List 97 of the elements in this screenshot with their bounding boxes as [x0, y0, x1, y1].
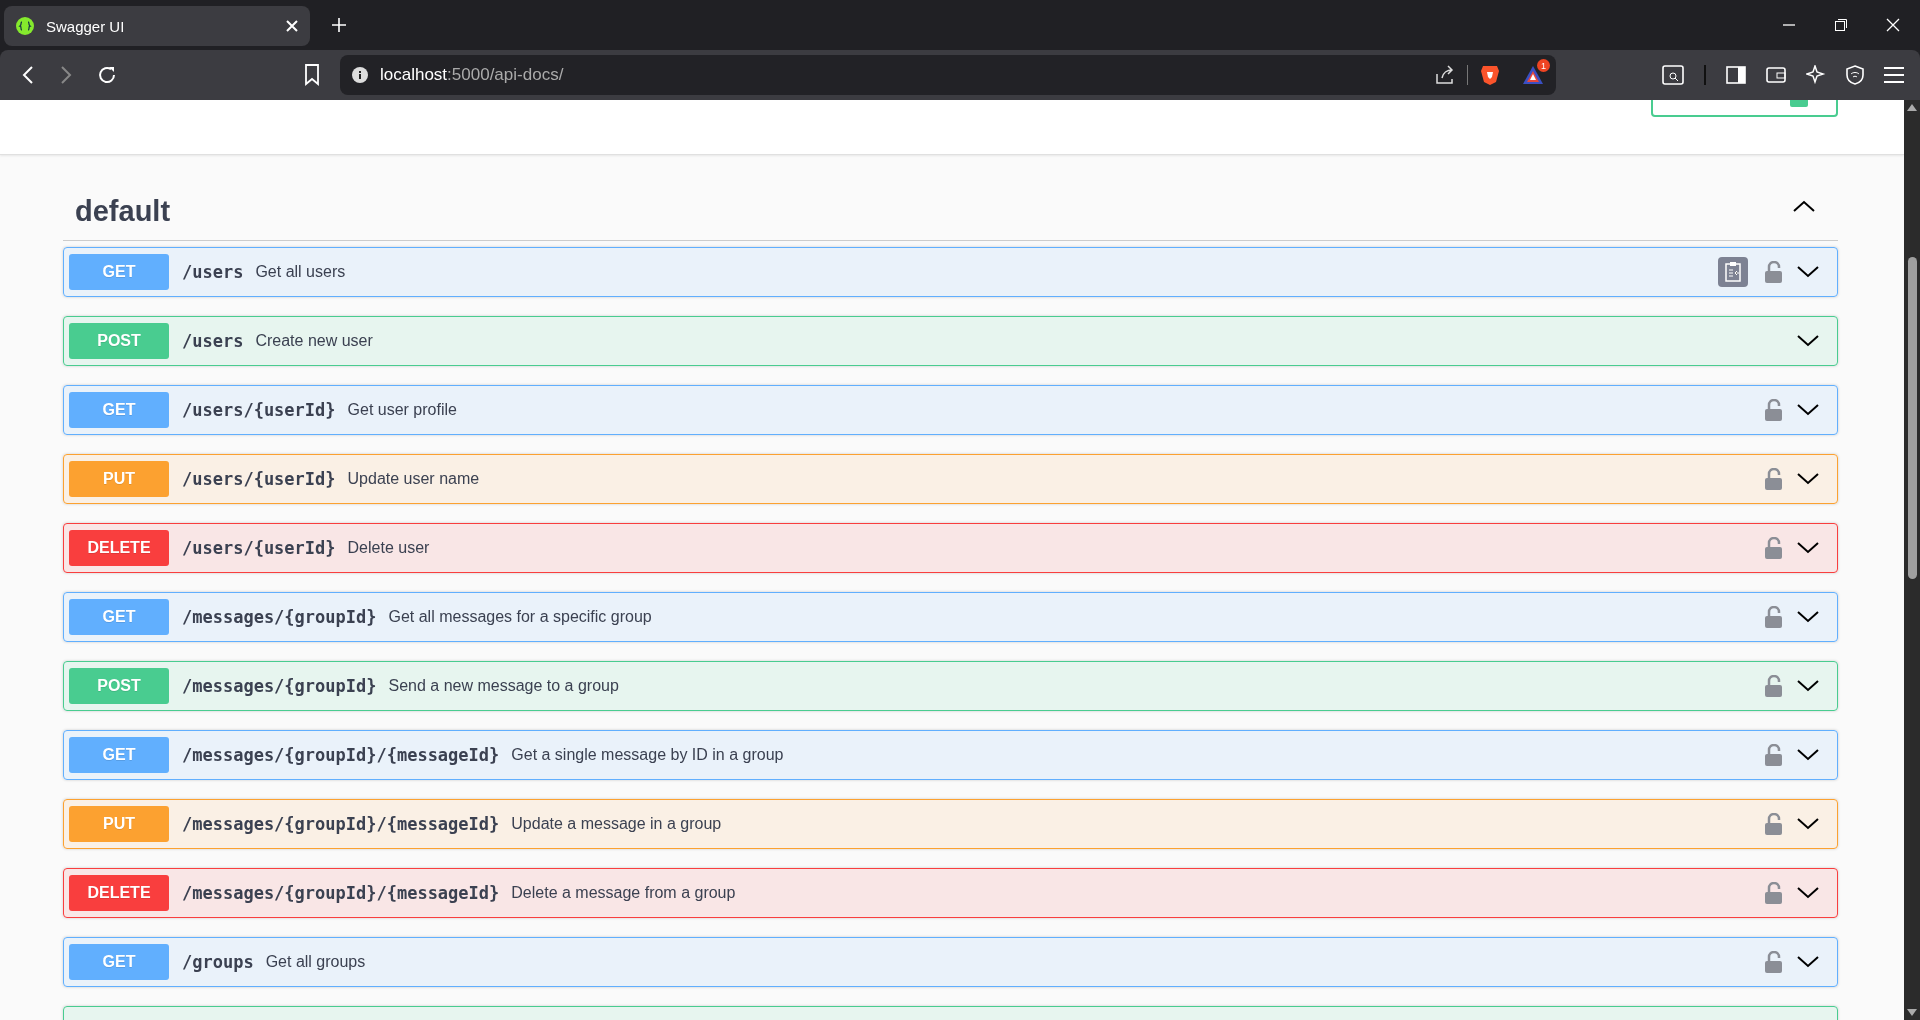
- endpoint-summary: Get a single message by ID in a group: [511, 746, 784, 764]
- url-text: localhost:5000/api-docs/: [380, 65, 565, 85]
- chevron-icon[interactable]: [1796, 748, 1820, 762]
- endpoint-row[interactable]: PUT /users/{userId} Update user name: [63, 454, 1838, 504]
- endpoint-row[interactable]: DELETE /users/{userId} Delete user: [63, 523, 1838, 573]
- chevron-icon[interactable]: [1796, 886, 1820, 900]
- endpoint-path: /users: [182, 331, 244, 351]
- chevron-icon[interactable]: [1792, 200, 1816, 214]
- endpoint-path: /users/{userId}: [182, 469, 336, 489]
- unlocked-lock-icon[interactable]: [1764, 882, 1784, 904]
- endpoint-path: /messages/{groupId}/{messageId}: [182, 814, 500, 834]
- unlocked-lock-icon[interactable]: [1764, 951, 1784, 973]
- section-header[interactable]: default: [63, 155, 1838, 241]
- method-badge: PUT: [69, 461, 169, 497]
- endpoint-summary: Create new user: [255, 332, 373, 350]
- endpoint-path: /users: [182, 262, 244, 282]
- chevron-icon[interactable]: [1796, 541, 1820, 555]
- method-badge: DELETE: [69, 875, 169, 911]
- endpoint-summary: Get user profile: [347, 401, 457, 419]
- endpoint-summary: Delete a message from a group: [511, 884, 736, 902]
- back-icon[interactable]: [22, 65, 34, 85]
- wallet-icon[interactable]: [1766, 66, 1786, 84]
- rewards-icon[interactable]: [1522, 65, 1544, 85]
- unlocked-lock-icon[interactable]: [1764, 537, 1784, 559]
- unlocked-lock-icon[interactable]: [1764, 261, 1784, 283]
- method-badge: GET: [69, 737, 169, 773]
- chevron-icon[interactable]: [1796, 610, 1820, 624]
- chevron-icon[interactable]: [1796, 265, 1820, 279]
- copy-button[interactable]: [1718, 257, 1748, 287]
- unlocked-lock-icon[interactable]: [1764, 606, 1784, 628]
- clipboard-icon: [1723, 261, 1743, 283]
- endpoint-path: /messages/{groupId}: [182, 607, 377, 627]
- shield-icon[interactable]: [1846, 65, 1864, 85]
- method-badge: GET: [69, 944, 169, 980]
- endpoint-row[interactable]: PUT /messages/{groupId}/{messageId} Update a message in a group: [63, 799, 1838, 849]
- endpoint-summary: Update user name: [347, 470, 480, 488]
- unlocked-lock-icon[interactable]: [1764, 744, 1784, 766]
- unlocked-lock-icon[interactable]: [1764, 399, 1784, 421]
- browser-tab[interactable]: Swagger UI: [4, 6, 310, 46]
- chevron-icon[interactable]: [1796, 334, 1820, 348]
- endpoint-row[interactable]: GET /messages/{groupId} Get all messages for a specific group: [63, 592, 1838, 642]
- endpoint-summary: Send a new message to a group: [388, 677, 619, 695]
- unlocked-lock-icon[interactable]: [1764, 813, 1784, 835]
- reload-icon[interactable]: [96, 64, 118, 86]
- sparkle-icon[interactable]: [1806, 65, 1826, 85]
- method-badge: GET: [69, 254, 169, 290]
- info-icon[interactable]: [352, 67, 368, 83]
- chevron-icon[interactable]: [1796, 679, 1820, 693]
- endpoint-path: /groups: [182, 952, 254, 972]
- scrollbar-thumb[interactable]: [1907, 257, 1917, 579]
- close-icon[interactable]: [286, 20, 298, 32]
- sidebar-icon[interactable]: [1726, 66, 1746, 84]
- endpoint-path: /users/{userId}: [182, 400, 336, 420]
- chevron-icon[interactable]: [1796, 403, 1820, 417]
- endpoint-summary: Get all messages for a specific group: [388, 608, 652, 626]
- notification-badge: 1: [1537, 59, 1550, 72]
- address-bar[interactable]: localhost:5000/api-docs/ 1: [340, 55, 1556, 95]
- method-badge: GET: [69, 599, 169, 635]
- share-icon[interactable]: [1435, 65, 1455, 85]
- method-badge: PUT: [69, 806, 169, 842]
- endpoint-path: /messages/{groupId}/{messageId}: [182, 745, 500, 765]
- menu-icon[interactable]: [1884, 67, 1904, 83]
- endpoint-row[interactable]: DELETE /messages/{groupId}/{messageId} Delete a message from a group: [63, 868, 1838, 918]
- method-badge: DELETE: [69, 530, 169, 566]
- endpoint-row[interactable]: GET /messages/{groupId}/{messageId} Get a single message by ID in a group: [63, 730, 1838, 780]
- unlocked-lock-icon[interactable]: [1764, 675, 1784, 697]
- endpoint-summary: Get all users: [255, 263, 346, 281]
- bookmark-icon[interactable]: [304, 64, 320, 86]
- scroll-down-icon[interactable]: [1907, 1008, 1917, 1016]
- endpoint-path: /messages/{groupId}: [182, 676, 377, 696]
- chevron-icon[interactable]: [1796, 817, 1820, 831]
- endpoint-summary: Delete user: [347, 539, 430, 557]
- endpoint-row[interactable]: GET /users Get all users: [63, 247, 1838, 297]
- endpoint-row[interactable]: GET /groups Get all groups: [63, 937, 1838, 987]
- method-badge: POST: [69, 668, 169, 704]
- method-badge: GET: [69, 392, 169, 428]
- scroll-up-icon[interactable]: [1907, 104, 1917, 112]
- chevron-icon[interactable]: [1796, 955, 1820, 969]
- reader-icon[interactable]: [1662, 65, 1684, 85]
- restore-icon[interactable]: [1834, 18, 1848, 32]
- endpoint-summary: Get all groups: [265, 953, 366, 971]
- endpoint-path: /messages/{groupId}/{messageId}: [182, 883, 500, 903]
- method-badge: POST: [69, 323, 169, 359]
- tab-title: Swagger UI: [46, 17, 126, 35]
- endpoint-summary: Update a message in a group: [511, 815, 722, 833]
- forward-icon[interactable]: [60, 65, 72, 85]
- swagger-logo-icon: [16, 17, 34, 35]
- section-title: default: [75, 195, 172, 228]
- unlocked-lock-icon[interactable]: [1764, 468, 1784, 490]
- endpoint-row[interactable]: POST /users Create new user: [63, 316, 1838, 366]
- endpoint-row[interactable]: GET /users/{userId} Get user profile: [63, 385, 1838, 435]
- lion-shield-icon[interactable]: [1480, 64, 1500, 86]
- endpoint-path: /users/{userId}: [182, 538, 336, 558]
- chevron-icon[interactable]: [1796, 472, 1820, 486]
- endpoint-row[interactable]: POST /messages/{groupId} Send a new message to a group: [63, 661, 1838, 711]
- close-icon[interactable]: [1886, 18, 1900, 32]
- new-tab-icon[interactable]: [332, 18, 346, 32]
